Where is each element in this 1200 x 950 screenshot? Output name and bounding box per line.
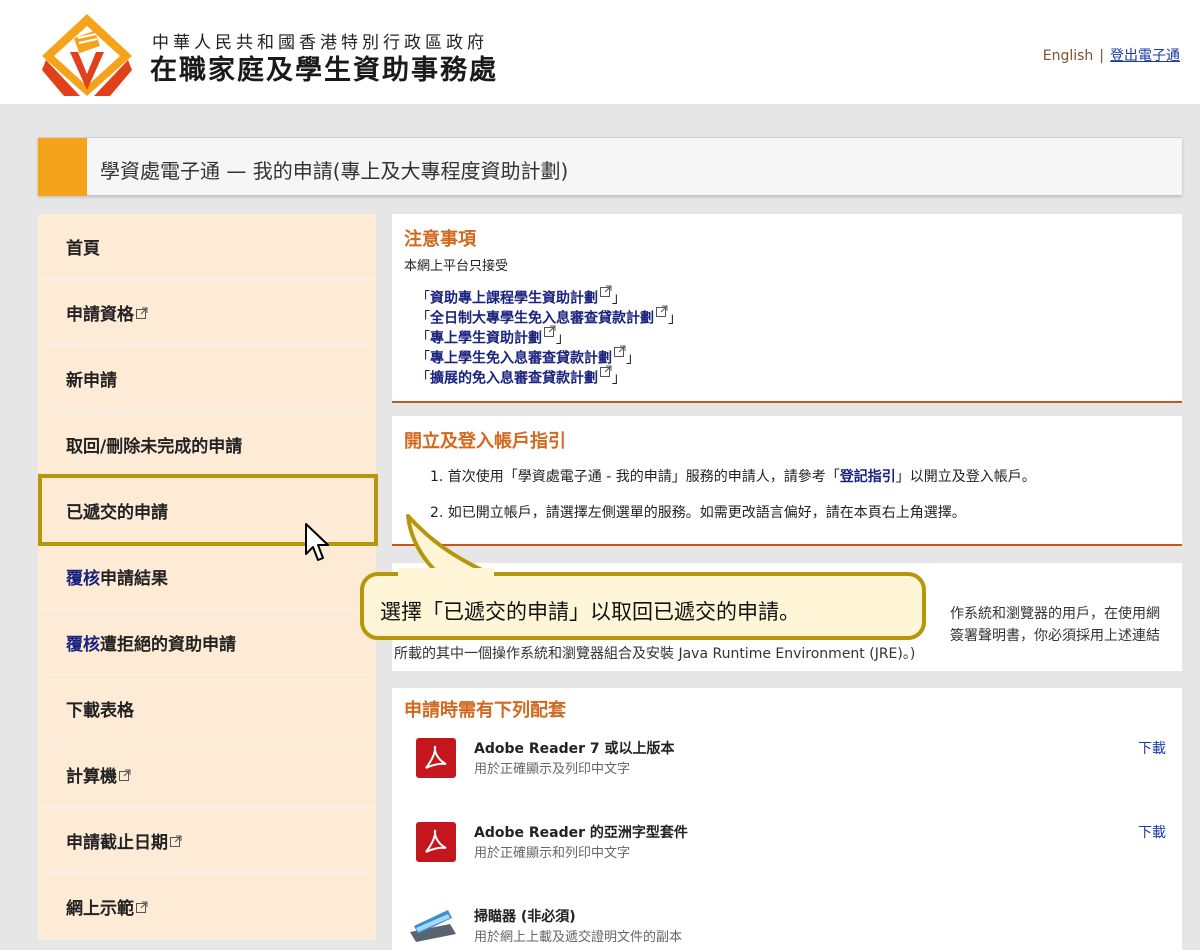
sidebar-item-new-application[interactable]: 新申請	[38, 346, 376, 412]
software-heading: 申請時需有下列配套	[404, 700, 566, 721]
software-name: Adobe Reader 7 或以上版本	[474, 741, 675, 757]
sidebar-item-label: 已遞交的申請	[66, 503, 168, 523]
download-link[interactable]: 下載	[1138, 822, 1166, 842]
notice-intro: 本網上平台只接受	[404, 259, 509, 274]
sidebar-item-deadline[interactable]: 申請截止日期	[38, 808, 376, 874]
sidebar-item-review-rejected[interactable]: 覆核 遭拒絕的資助申請	[38, 610, 376, 676]
sidebar-item-label: 計算機	[66, 767, 117, 787]
external-link-icon	[136, 307, 148, 319]
external-link-icon	[614, 345, 626, 357]
software-item: Adobe Reader 的亞洲字型套件 用於正確顯示和列印中文字 下載	[406, 822, 1166, 872]
external-link-icon	[170, 835, 182, 847]
external-link-icon	[119, 769, 131, 781]
software-item: Adobe Reader 7 或以上版本 用於正確顯示及列印中文字 下載	[406, 738, 1166, 788]
sidebar-item-label: 首頁	[66, 239, 100, 259]
external-link-icon	[600, 285, 612, 297]
external-link-icon	[600, 365, 612, 377]
wfsfaa-logo-icon[interactable]	[40, 12, 134, 98]
adobe-pdf-icon	[416, 738, 456, 778]
software-name: 掃瞄器 (非必須)	[474, 909, 576, 925]
top-links: English | 登出電子通	[1043, 45, 1180, 65]
org-title: 在職家庭及學生資助事務處	[150, 55, 498, 86]
scheme-list: 「資助專上課程學生資助計劃」 「全日制大專學生免入息審查貸款計劃」 「專上學生資…	[416, 285, 1170, 387]
list-item: 2. 如已開立帳戶，請選擇左側選單的服務。如需更改語言偏好，請在本頁右上角選擇。	[430, 505, 966, 521]
instruction-callout: 選擇「已遞交的申請」以取回已遞交的申請。	[360, 572, 926, 640]
list-item: 「擴展的免入息審查貸款計劃」	[416, 365, 1170, 387]
sidebar-item-label: 網上示範	[66, 899, 134, 919]
page-title-bar: 學資處電子通 — 我的申請(專上及大專程度資助計劃)	[38, 137, 1182, 196]
software-desc: 用於正確顯示及列印中文字	[474, 762, 631, 777]
list-item: 1. 首次使用「學資處電子通 - 我的申請」服務的申請人，請參考「登記指引」以開…	[430, 469, 1036, 485]
software-name: Adobe Reader 的亞洲字型套件	[474, 825, 688, 841]
callout-tail-join	[398, 568, 494, 578]
page-title: 學資處電子通 — 我的申請(專上及大專程度資助計劃)	[100, 159, 569, 183]
title-accent	[38, 138, 87, 196]
mouse-cursor-icon	[305, 523, 329, 561]
link-separator: |	[1099, 48, 1104, 64]
sidebar-item-label: 申請結果	[100, 569, 168, 589]
notice-heading: 注意事項	[404, 229, 476, 250]
sidebar-item-label: 新申請	[66, 371, 117, 391]
adobe-pdf-icon	[416, 822, 456, 862]
sidebar-item-prefix: 覆核	[66, 635, 100, 655]
logout-link[interactable]: 登出電子通	[1110, 48, 1180, 64]
sidebar-item-home[interactable]: 首頁	[38, 214, 376, 280]
scheme-link[interactable]: 擴展的免入息審查貸款計劃	[430, 371, 598, 387]
registration-guide-link[interactable]: 登記指引	[840, 469, 896, 485]
sidebar-item-label: 取回/刪除未完成的申請	[66, 437, 243, 457]
external-link-icon	[544, 325, 556, 337]
site-header: 中華人民共和國香港特別行政區政府 在職家庭及學生資助事務處 English | 登出…	[0, 0, 1200, 104]
sidebar-item-label: 下載表格	[66, 701, 134, 721]
list-item: 「全日制大專學生免入息審查貸款計劃」	[416, 305, 1170, 327]
notice-panel: 注意事項 本網上平台只接受 「資助專上課程學生資助計劃」 「全日制大專學生免入息…	[392, 214, 1182, 403]
sidebar-nav: 首頁 申請資格 新申請 取回/刪除未完成的申請 已遞交的申請 覆核 申請結果 覆核…	[38, 214, 376, 950]
software-desc: 用於網上上載及遞交證明文件的副本	[474, 930, 683, 945]
requirement-text: 所載的其中一個操作系統和瀏覽器組合及安裝 Java Runtime Enviro…	[394, 646, 916, 662]
requirement-text: 作系統和瀏覽器的用戶，在使用網	[950, 606, 1160, 622]
callout-text: 選擇「已遞交的申請」以取回已遞交的申請。	[380, 600, 800, 624]
sidebar-item-label: 申請資格	[66, 305, 134, 325]
sidebar-item-online-demo[interactable]: 網上示範	[38, 874, 376, 940]
external-link-icon	[656, 305, 668, 317]
guide-panel: 開立及登入帳戶指引 1. 首次使用「學資處電子通 - 我的申請」服務的申請人，請…	[392, 416, 1182, 546]
sidebar-item-label: 遭拒絕的資助申請	[100, 635, 236, 655]
list-item: 「專上學生資助計劃」	[416, 325, 1170, 347]
sidebar-item-label: 申請截止日期	[66, 833, 168, 853]
software-panel: 申請時需有下列配套 Adobe Reader 7 或以上版本 用於正確顯示及列印…	[392, 688, 1182, 950]
english-link[interactable]: English	[1043, 48, 1094, 64]
software-item: 掃瞄器 (非必須) 用於網上上載及遞交證明文件的副本	[406, 906, 1166, 950]
sidebar-item-prefix: 覆核	[66, 569, 100, 589]
sidebar-item-retrieve-incomplete[interactable]: 取回/刪除未完成的申請	[38, 412, 376, 478]
requirement-text: 簽署聲明書，你必須採用上述連結	[950, 628, 1160, 644]
guide-heading: 開立及登入帳戶指引	[404, 431, 566, 452]
external-link-icon	[136, 901, 148, 913]
sidebar-item-calculator[interactable]: 計算機	[38, 742, 376, 808]
sidebar-item-eligibility[interactable]: 申請資格	[38, 280, 376, 346]
download-link[interactable]: 下載	[1138, 738, 1166, 758]
scanner-icon	[410, 910, 456, 942]
guide-steps: 1. 首次使用「學資處電子通 - 我的申請」服務的申請人，請參考「登記指引」以開…	[430, 467, 1170, 523]
list-item: 「資助專上課程學生資助計劃」	[416, 285, 1170, 307]
software-desc: 用於正確顯示和列印中文字	[474, 846, 631, 861]
list-item: 「專上學生免入息審查貸款計劃」	[416, 345, 1170, 367]
sidebar-item-download-forms[interactable]: 下載表格	[38, 676, 376, 742]
